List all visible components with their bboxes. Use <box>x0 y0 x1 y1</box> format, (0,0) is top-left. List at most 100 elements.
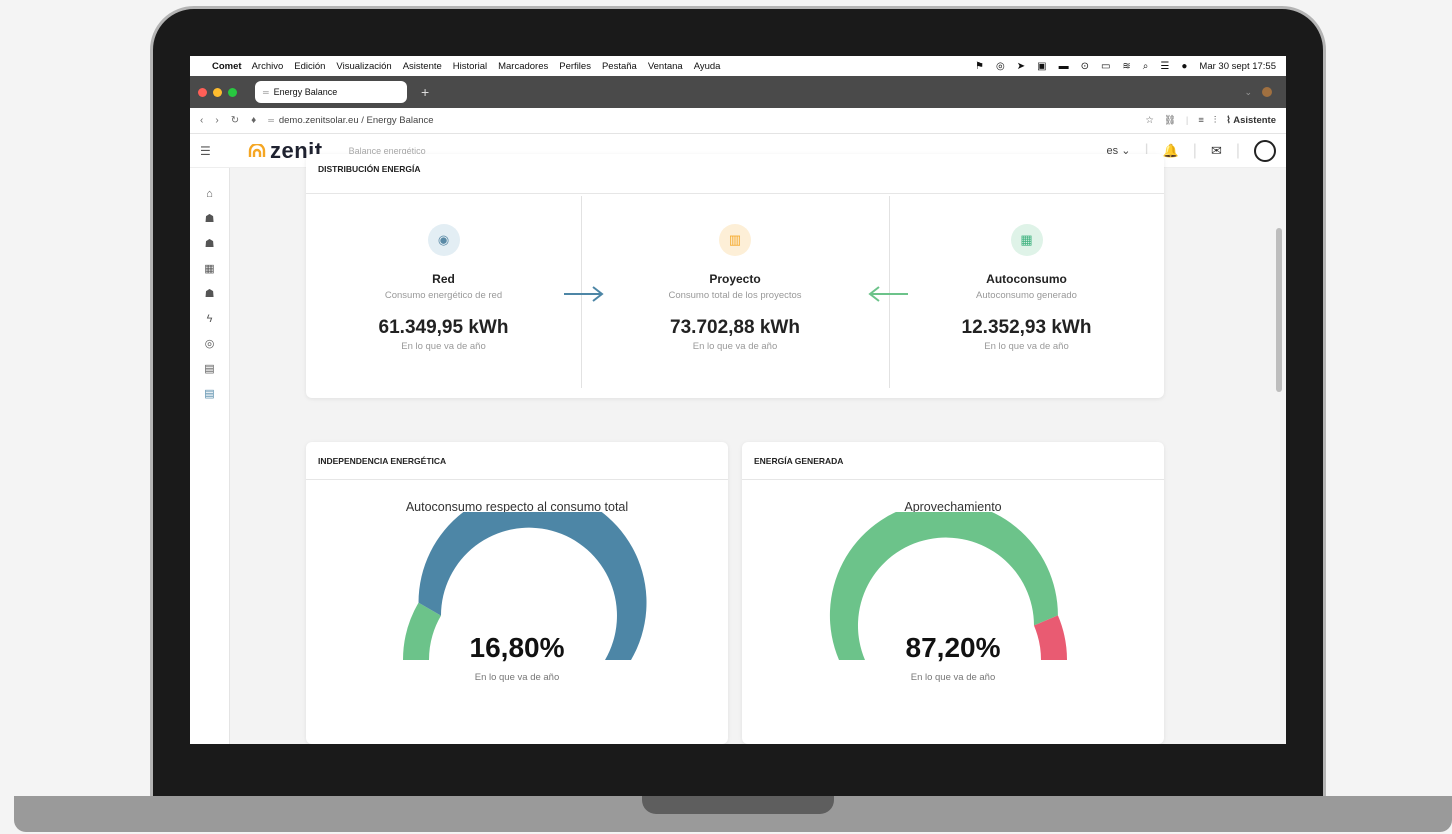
new-tab-button[interactable]: + <box>421 84 429 100</box>
tab-title: Energy Balance <box>273 87 338 97</box>
control-center-icon[interactable]: ☰ <box>1160 61 1169 72</box>
siri-icon[interactable]: ● <box>1181 61 1187 72</box>
generated-card: ENERGÍA GENERADA Aprovechamiento 87,20% … <box>742 442 1164 744</box>
distribution-title: DISTRIBUCIÓN ENERGÍA <box>306 154 1164 194</box>
menu-historial[interactable]: Historial <box>453 61 487 72</box>
favicon-icon: ═ <box>263 87 269 97</box>
independence-period: En lo que va de año <box>474 672 560 683</box>
spotlight-search-icon[interactable]: ⌕ <box>1143 61 1149 72</box>
sidebar-toggle-icon[interactable]: ☰ <box>200 144 240 158</box>
window-controls <box>198 87 237 97</box>
solar-panel-icon: ▦ <box>1010 224 1043 256</box>
assistant-label: Asistente <box>1233 115 1276 126</box>
sidebar-item-home-icon[interactable]: ⌂ <box>206 186 213 203</box>
toolbar-divider: | <box>1185 115 1189 126</box>
back-button[interactable]: ‹ <box>200 115 203 126</box>
autoconsumo-period: En lo que va de año <box>984 341 1069 352</box>
independence-card: INDEPENDENCIA ENERGÉTICA Autoconsumo res… <box>306 442 728 744</box>
tab-energy-balance[interactable]: ═ Energy Balance <box>255 81 407 103</box>
forward-button[interactable]: › <box>215 115 218 126</box>
sidebar-item-users-icon[interactable]: ☗ <box>205 211 215 228</box>
status-cast-icon[interactable]: ➤ <box>1017 61 1025 72</box>
profile-avatar[interactable] <box>1262 87 1272 97</box>
antenna-icon: ◉ <box>427 224 460 256</box>
reload-button[interactable]: ↻ <box>231 115 239 126</box>
status-car-icon[interactable]: ▬ <box>1059 61 1069 72</box>
status-settings-icon[interactable]: ◎ <box>996 61 1005 72</box>
sidebar-item-team-icon[interactable]: ☗ <box>205 286 215 303</box>
sidebar-item-calculator-icon[interactable]: ▤ <box>204 361 214 378</box>
red-desc: Consumo energético de red <box>384 290 503 301</box>
sidebar-item-balance-icon[interactable]: ▤ <box>204 386 214 403</box>
notifications-bell-icon[interactable]: 🔔 <box>1163 143 1179 159</box>
status-play-icon[interactable]: ⊙ <box>1081 61 1089 72</box>
red-name: Red <box>432 272 455 286</box>
menu-marcadores[interactable]: Marcadores <box>498 61 548 72</box>
reader-icon[interactable]: ≡ <box>1198 115 1204 126</box>
menu-asistente[interactable]: Asistente <box>403 61 442 72</box>
proyecto-column: ▥ Proyecto Consumo total de los proyecto… <box>581 194 889 398</box>
sidebar-item-billing-icon[interactable]: ◎ <box>205 336 215 353</box>
sidebar-item-groups-icon[interactable]: ☗ <box>205 236 215 253</box>
arrow-right-icon <box>564 286 604 302</box>
minimize-window-button[interactable] <box>213 87 222 97</box>
building-icon: ▥ <box>719 224 751 256</box>
site-favicon-icon: ═ <box>268 116 274 125</box>
proyecto-name: Proyecto <box>709 272 761 286</box>
proyecto-desc: Consumo total de los proyectos <box>668 290 802 301</box>
sidebar-item-solar-icon[interactable]: ▦ <box>204 261 214 278</box>
menu-ayuda[interactable]: Ayuda <box>694 61 721 72</box>
proyecto-value: 73.702,88 kWh <box>670 317 800 338</box>
address-bar: ‹ › ↻ ♦ ═ demo.zenitsolar.eu / Energy Ba… <box>190 108 1286 134</box>
red-value: 61.349,95 kWh <box>378 317 509 338</box>
menu-ventana[interactable]: Ventana <box>648 61 683 72</box>
menu-pestana[interactable]: Pestaña <box>602 61 637 72</box>
header-divider: | <box>1192 141 1197 159</box>
browser-tabbar: ═ Energy Balance + ⌄ <box>190 76 1286 108</box>
url-field[interactable]: ═ demo.zenitsolar.eu / Energy Balance <box>268 115 433 126</box>
autoconsumo-column: ▦ Autoconsumo Autoconsumo generado 12.35… <box>889 194 1164 398</box>
close-window-button[interactable] <box>198 87 207 97</box>
zenit-logo-mark-icon <box>248 143 266 157</box>
status-app-icon[interactable]: ⚑ <box>975 61 984 72</box>
distribution-card: DISTRIBUCIÓN ENERGÍA ◉ Red Consumo energ… <box>306 154 1164 398</box>
status-notion-icon[interactable]: ▣ <box>1037 61 1046 72</box>
assistant-button[interactable]: ⌇ Asistente <box>1226 115 1276 126</box>
generated-period: En lo que va de año <box>910 672 996 683</box>
maximize-window-button[interactable] <box>228 87 237 97</box>
bookmark-star-icon[interactable]: ☆ <box>1145 115 1154 126</box>
menubar-clock[interactable]: Mar 30 sept 17:55 <box>1199 61 1276 72</box>
wifi-icon[interactable]: ≋ <box>1122 61 1130 72</box>
sidebar-nav: ⌂ ☗ ☗ ▦ ☗ ϟ ◎ ▤ ▤ <box>190 168 230 744</box>
sidebar-item-energy-icon[interactable]: ϟ <box>207 311 213 328</box>
screen: Comet Archivo Edición Visualización Asis… <box>190 56 1286 744</box>
laptop-notch <box>642 796 834 814</box>
menu-perfiles[interactable]: Perfiles <box>559 61 591 72</box>
microphone-icon[interactable]: ♦ <box>251 115 256 126</box>
header-divider: | <box>1235 141 1240 159</box>
battery-icon[interactable]: ▭ <box>1101 61 1110 72</box>
menu-edicion[interactable]: Edición <box>294 61 325 72</box>
autoconsumo-value: 12.352,93 kWh <box>961 317 1092 338</box>
user-account-icon[interactable] <box>1254 139 1276 162</box>
proyecto-period: En lo que va de año <box>692 341 778 352</box>
page-scrollbar[interactable] <box>1276 228 1282 392</box>
voice-icon[interactable]: ⫶ <box>1214 115 1216 126</box>
mail-icon[interactable]: ✉ <box>1211 143 1222 159</box>
red-period: En lo que va de año <box>401 341 486 352</box>
app-body: ⌂ ☗ ☗ ▦ ☗ ϟ ◎ ▤ ▤ DISTRIBUCIÓN ENERGÍA ◉… <box>190 154 1286 744</box>
arrow-left-icon <box>868 286 908 302</box>
menu-visualizacion[interactable]: Visualización <box>336 61 391 72</box>
share-link-icon[interactable]: ⛓ <box>1164 115 1176 126</box>
generated-title: ENERGÍA GENERADA <box>742 442 1164 480</box>
menu-archivo[interactable]: Archivo <box>252 61 284 72</box>
tab-list-chevron-icon[interactable]: ⌄ <box>1244 87 1252 98</box>
autoconsumo-name: Autoconsumo <box>986 272 1067 286</box>
red-column: ◉ Red Consumo energético de red 61.349,9… <box>306 194 581 398</box>
independence-value: 16,80% <box>469 632 565 663</box>
url-text: demo.zenitsolar.eu / Energy Balance <box>278 115 434 126</box>
app-menu[interactable]: Comet <box>212 61 242 72</box>
generated-value: 87,20% <box>905 632 1001 663</box>
mac-menubar: Comet Archivo Edición Visualización Asis… <box>190 56 1286 76</box>
independence-title: INDEPENDENCIA ENERGÉTICA <box>306 442 728 480</box>
